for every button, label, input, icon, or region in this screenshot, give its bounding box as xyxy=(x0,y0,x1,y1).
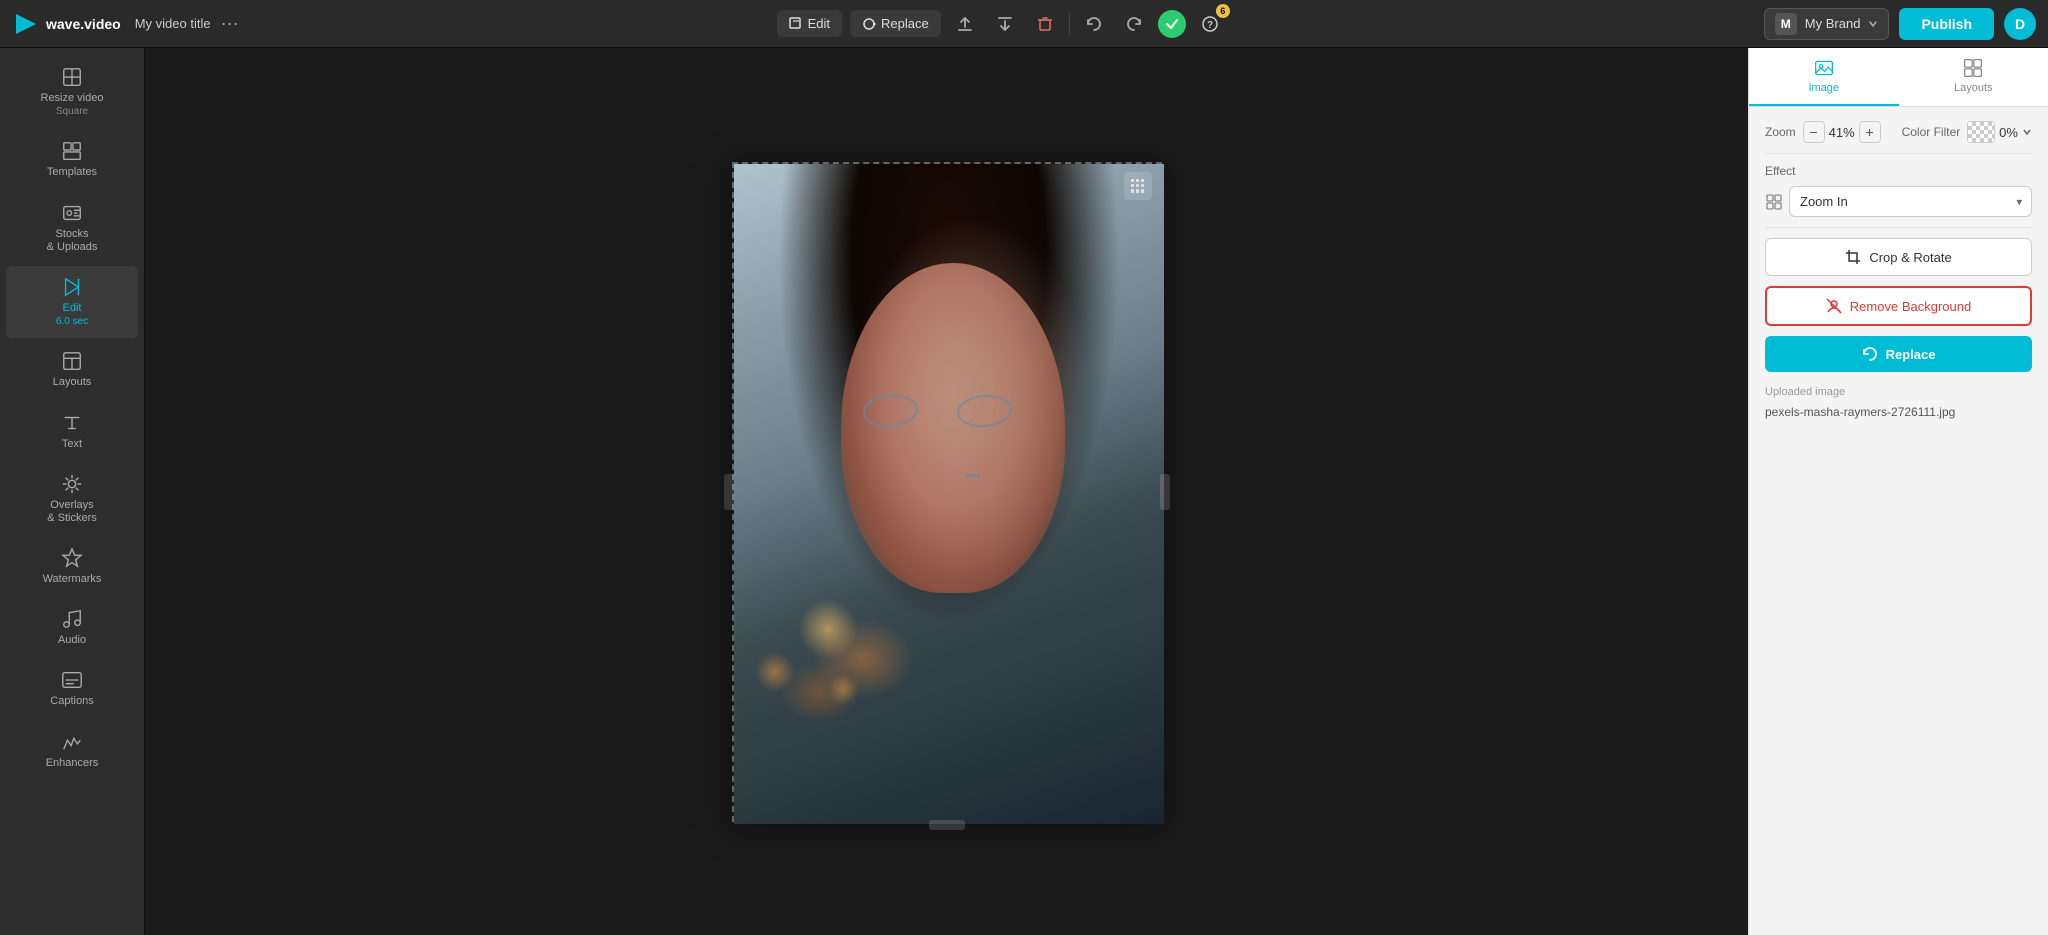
topbar-right: M My Brand Publish D xyxy=(1764,8,2036,40)
trash-icon xyxy=(1037,16,1053,32)
layouts-icon xyxy=(61,350,83,372)
zoom-increase-button[interactable]: + xyxy=(1859,121,1881,143)
upload-button[interactable] xyxy=(949,8,981,40)
color-filter-control: 0% xyxy=(1967,121,2032,143)
topbar: wave.video My video title ··· Edit Repla… xyxy=(0,0,2048,48)
logo-area: wave.video My video title ··· xyxy=(12,10,239,38)
sidebar-item-templates[interactable]: Templates xyxy=(6,130,138,189)
crop-icon xyxy=(1845,249,1861,265)
main-content: Resize videoSquare Templates Stocks& Upl… xyxy=(0,48,2048,935)
edit-button[interactable]: Edit xyxy=(777,10,842,37)
overlays-icon xyxy=(61,473,83,495)
tab-image[interactable]: Image xyxy=(1749,48,1899,106)
left-resize-handle[interactable] xyxy=(724,474,734,510)
logo-text: wave.video xyxy=(46,16,121,32)
sidebar-item-watermarks[interactable]: Watermarks xyxy=(6,537,138,596)
sidebar-item-resize[interactable]: Resize videoSquare xyxy=(6,56,138,128)
edit-sidebar-icon xyxy=(61,276,83,298)
help-icon: ? xyxy=(1201,15,1219,33)
zoom-decrease-button[interactable]: − xyxy=(1803,121,1825,143)
canvas-frame[interactable] xyxy=(732,162,1162,822)
sidebar-item-text[interactable]: Text xyxy=(6,402,138,461)
image-tab-icon xyxy=(1814,58,1834,78)
video-title[interactable]: My video title xyxy=(135,16,211,31)
sidebar-item-stocks[interactable]: Stocks& Uploads xyxy=(6,192,138,264)
sidebar-item-layouts[interactable]: Layouts xyxy=(6,340,138,399)
captions-icon xyxy=(61,669,83,691)
crop-rotate-button[interactable]: Crop & Rotate xyxy=(1765,238,2032,276)
help-button[interactable]: ? 6 xyxy=(1194,8,1226,40)
effect-row: Zoom In Zoom Out Pan Left Pan Right None xyxy=(1765,186,2032,217)
sidebar-item-overlays[interactable]: Overlays& Stickers xyxy=(6,463,138,535)
remove-background-button[interactable]: Remove Background xyxy=(1765,286,2032,326)
stocks-icon xyxy=(61,202,83,224)
replace-btn-icon xyxy=(1862,346,1878,362)
color-filter-swatch[interactable] xyxy=(1967,121,1995,143)
redo-button[interactable] xyxy=(1118,8,1150,40)
publish-button[interactable]: Publish xyxy=(1899,8,1994,40)
check-icon xyxy=(1165,17,1179,31)
replace-image-button[interactable]: Replace xyxy=(1765,336,2032,372)
tab-layouts[interactable]: Layouts xyxy=(1899,48,2048,106)
enhancers-icon xyxy=(61,731,83,753)
undo-button[interactable] xyxy=(1078,8,1110,40)
canvas-corner-handle[interactable] xyxy=(1124,172,1152,200)
divider-1 xyxy=(1765,153,2032,154)
expand-icon xyxy=(1765,193,1783,211)
replace-icon xyxy=(862,17,876,31)
text-icon xyxy=(61,412,83,434)
separator xyxy=(1069,12,1070,36)
templates-icon xyxy=(61,140,83,162)
sidebar-item-enhancers[interactable]: Enhancers xyxy=(6,721,138,780)
uploaded-filename: pexels-masha-raymers-2726111.jpg xyxy=(1765,404,2032,421)
right-resize-handle[interactable] xyxy=(1160,474,1170,510)
layouts-tab-icon xyxy=(1963,58,1983,78)
confirm-button[interactable] xyxy=(1158,10,1186,38)
color-filter-chevron xyxy=(2022,127,2032,137)
watermarks-icon xyxy=(61,547,83,569)
sidebar-item-edit[interactable]: Edit6.0 sec xyxy=(6,266,138,338)
effect-label: Effect xyxy=(1765,164,2032,178)
color-filter-value: 0% xyxy=(1999,125,2018,140)
sidebar-item-captions[interactable]: Captions xyxy=(6,659,138,718)
remove-bg-icon xyxy=(1826,298,1842,314)
replace-button[interactable]: Replace xyxy=(850,10,941,37)
more-options-button[interactable]: ··· xyxy=(221,13,239,34)
grid-icon xyxy=(1131,179,1145,193)
chevron-down-icon xyxy=(1868,19,1878,29)
edit-icon xyxy=(789,17,803,31)
uploaded-label: Uploaded image xyxy=(1765,386,2032,398)
canvas-image xyxy=(734,164,1164,824)
audio-icon xyxy=(61,608,83,630)
topbar-center: Edit Replace ? 6 xyxy=(251,8,1752,40)
zoom-value: 41% xyxy=(1829,125,1855,140)
divider-2 xyxy=(1765,227,2032,228)
right-panel: Image Layouts Zoom − 41% + xyxy=(1748,48,2048,935)
brand-selector[interactable]: M My Brand xyxy=(1764,8,1890,40)
redo-icon xyxy=(1125,15,1143,33)
canvas-area xyxy=(145,48,1748,935)
svg-text:?: ? xyxy=(1207,20,1213,31)
upload-icon xyxy=(956,15,974,33)
download-button[interactable] xyxy=(989,8,1021,40)
help-badge: 6 xyxy=(1216,4,1230,18)
sidebar-item-audio[interactable]: Audio xyxy=(6,598,138,657)
effect-select[interactable]: Zoom In Zoom Out Pan Left Pan Right None xyxy=(1789,186,2032,217)
logo-icon xyxy=(12,10,40,38)
sidebar: Resize videoSquare Templates Stocks& Upl… xyxy=(0,48,145,935)
zoom-row: Zoom − 41% + Color Filter 0% xyxy=(1765,121,2032,143)
brand-initial: M xyxy=(1775,13,1797,35)
zoom-control: − 41% + xyxy=(1803,121,1881,143)
right-panel-tabs: Image Layouts xyxy=(1749,48,2048,107)
effect-select-wrap[interactable]: Zoom In Zoom Out Pan Left Pan Right None xyxy=(1789,186,2032,217)
bottom-resize-handle[interactable] xyxy=(929,820,965,830)
brand-name: My Brand xyxy=(1805,16,1861,31)
resize-icon xyxy=(61,66,83,88)
delete-button[interactable] xyxy=(1029,8,1061,40)
download-icon xyxy=(996,15,1014,33)
undo-icon xyxy=(1085,15,1103,33)
zoom-color-section: Zoom − 41% + Color Filter 0% Effect xyxy=(1749,107,2048,435)
avatar[interactable]: D xyxy=(2004,8,2036,40)
